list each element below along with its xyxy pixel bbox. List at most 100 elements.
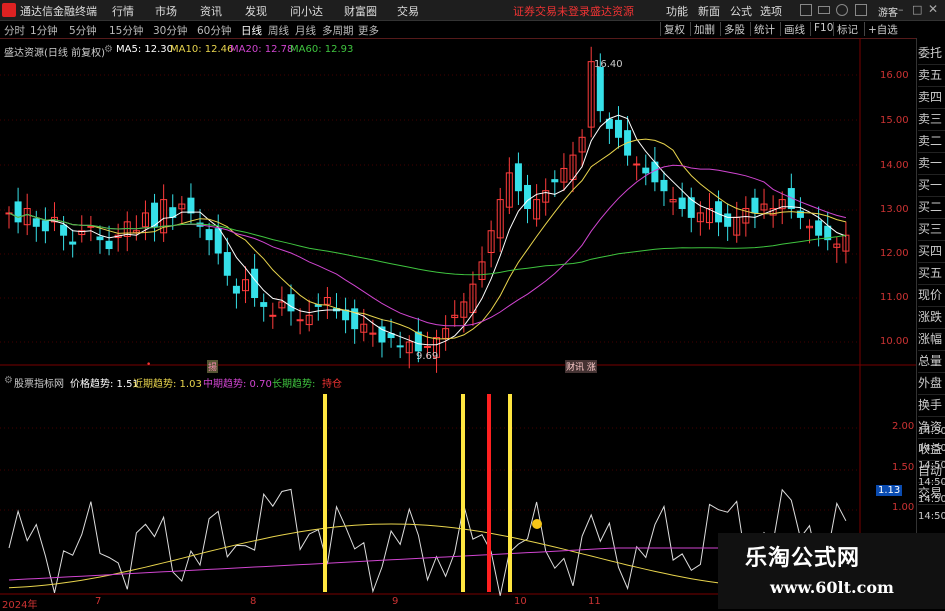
ma60-label: MA60: 12.93 (290, 44, 354, 55)
candle-body (32, 218, 40, 227)
ma-line (8, 164, 847, 327)
candle-body (187, 197, 195, 214)
ind-y-tick: 2.00 (892, 421, 915, 432)
maximize-icon[interactable]: □ (912, 3, 922, 16)
candle-body (69, 241, 77, 245)
side-panel-item[interactable]: 卖四 (918, 88, 945, 109)
candle-body (214, 228, 222, 254)
menu-ask[interactable]: 问小达 (290, 3, 323, 19)
period-5min[interactable]: 5分钟 (69, 23, 97, 38)
candle-body (414, 331, 422, 352)
side-panel-item[interactable]: 买二 (918, 198, 945, 219)
y-tick: 11.00 (880, 292, 909, 303)
event-marker[interactable]: 揚 (207, 360, 219, 373)
message-icon[interactable] (818, 6, 830, 14)
stats-button[interactable]: 统计 (750, 22, 778, 36)
menu-formula[interactable]: 公式 (730, 3, 752, 19)
signal-bar (508, 394, 512, 592)
menu-wealth[interactable]: 财富圈 (344, 3, 377, 19)
ma-line (8, 138, 847, 340)
side-panel-item[interactable]: 买一 (918, 176, 945, 197)
side-panel-item[interactable]: 外盘 (918, 374, 945, 395)
ind-y-tick: 1.50 (892, 462, 915, 473)
high-price-label: 16.40 (594, 59, 623, 70)
side-panel-item[interactable]: 卖五 (918, 66, 945, 87)
minimize-icon[interactable]: – (898, 3, 904, 16)
close-icon[interactable]: ✕ (928, 2, 938, 16)
indicator-position: 持仓 (322, 379, 342, 390)
candle-body (96, 236, 104, 241)
x-tick: 9 (392, 596, 399, 607)
mark-button[interactable]: 标记 (833, 22, 861, 36)
kline-chart[interactable] (0, 38, 916, 609)
candle-body (287, 294, 295, 312)
side-panel-item[interactable]: 买四 (918, 242, 945, 263)
skin-icon[interactable] (800, 4, 812, 16)
indicator-gear-icon[interactable]: ⚙ (4, 375, 13, 386)
menu-market[interactable]: 市场 (155, 3, 177, 19)
stock-name-link[interactable]: 盛达资源 (590, 3, 634, 19)
menu-function[interactable]: 功能 (666, 3, 688, 19)
side-panel-item[interactable]: 换手 (918, 396, 945, 417)
chart-title: 盛达资源(日线 前复权) (4, 48, 105, 59)
trade-login-link[interactable]: 证券交易未登录 (513, 3, 590, 19)
ma20-label: MA20: 12.78 (230, 44, 294, 55)
side-panel-item[interactable]: 卖三 (918, 110, 945, 131)
add-remove-button[interactable]: 加删 (690, 22, 718, 36)
side-panel-item[interactable]: 涨幅 (918, 330, 945, 351)
menu-options[interactable]: 选项 (760, 3, 782, 19)
candle-body (524, 184, 532, 209)
side-time: 14:50 (918, 426, 945, 437)
ind-y-tick: 1.00 (892, 502, 915, 513)
menu-discover[interactable]: 发现 (245, 3, 267, 19)
x-tick: 10 (514, 596, 527, 607)
guest-label[interactable]: 游客 (878, 4, 898, 19)
period-1min[interactable]: 1分钟 (30, 23, 58, 38)
side-panel-item[interactable]: 买五 (918, 264, 945, 285)
side-panel-item[interactable]: 卖一 (918, 154, 945, 175)
ma5-label: MA5: 12.30 (116, 44, 174, 55)
help-icon[interactable] (836, 4, 848, 16)
period-more[interactable]: 更多 (358, 23, 379, 38)
menu-trade[interactable]: 交易 (397, 3, 419, 19)
period-30min[interactable]: 30分钟 (153, 23, 187, 38)
candle-body (151, 202, 159, 227)
multi-stock-button[interactable]: 多股 (720, 22, 748, 36)
side-panel-item[interactable]: 买三 (918, 220, 945, 241)
event-marker[interactable]: 财讯 涨 (565, 360, 597, 373)
period-daily[interactable]: 日线 (241, 23, 262, 38)
menu-new-page[interactable]: 新面 (698, 3, 720, 19)
side-panel-item[interactable]: 涨跌 (918, 308, 945, 329)
lock-icon[interactable] (855, 4, 867, 16)
candle-body (596, 66, 604, 112)
side-panel-item[interactable]: 总量 (918, 352, 945, 373)
period-60min[interactable]: 60分钟 (197, 23, 231, 38)
event-marker[interactable]: • (146, 360, 151, 370)
draw-line-button[interactable]: 画线 (780, 22, 808, 36)
period-tick[interactable]: 分时 (4, 23, 25, 38)
current-value-badge: 1.13 (876, 485, 903, 496)
candle-body (751, 197, 759, 214)
side-panel-item[interactable]: 现价 (918, 286, 945, 307)
signal-bar (487, 394, 491, 592)
side-time: 14:50 (918, 443, 945, 454)
period-monthly[interactable]: 月线 (295, 23, 316, 38)
menu-news[interactable]: 资讯 (200, 3, 222, 19)
menu-quotes[interactable]: 行情 (112, 3, 134, 19)
period-multi[interactable]: 多周期 (322, 23, 354, 38)
settings-gear-icon[interactable]: ⚙ (104, 44, 113, 55)
candle-body (232, 285, 240, 294)
adjust-button[interactable]: 复权 (660, 22, 688, 36)
period-15min[interactable]: 15分钟 (109, 23, 143, 38)
indicator-near-trend: 近期趋势: 1.03 (133, 379, 202, 390)
candle-body (614, 119, 622, 138)
candle-body (642, 167, 650, 174)
smiley-icon (532, 519, 542, 529)
side-panel-item[interactable]: 卖二 (918, 132, 945, 153)
candle-body (396, 345, 404, 348)
side-panel-item[interactable]: 委托 (918, 44, 945, 65)
add-favorite-button[interactable]: +自选 (864, 22, 901, 36)
x-tick: 7 (95, 596, 102, 607)
candle-body (660, 179, 668, 192)
period-weekly[interactable]: 周线 (268, 23, 289, 38)
